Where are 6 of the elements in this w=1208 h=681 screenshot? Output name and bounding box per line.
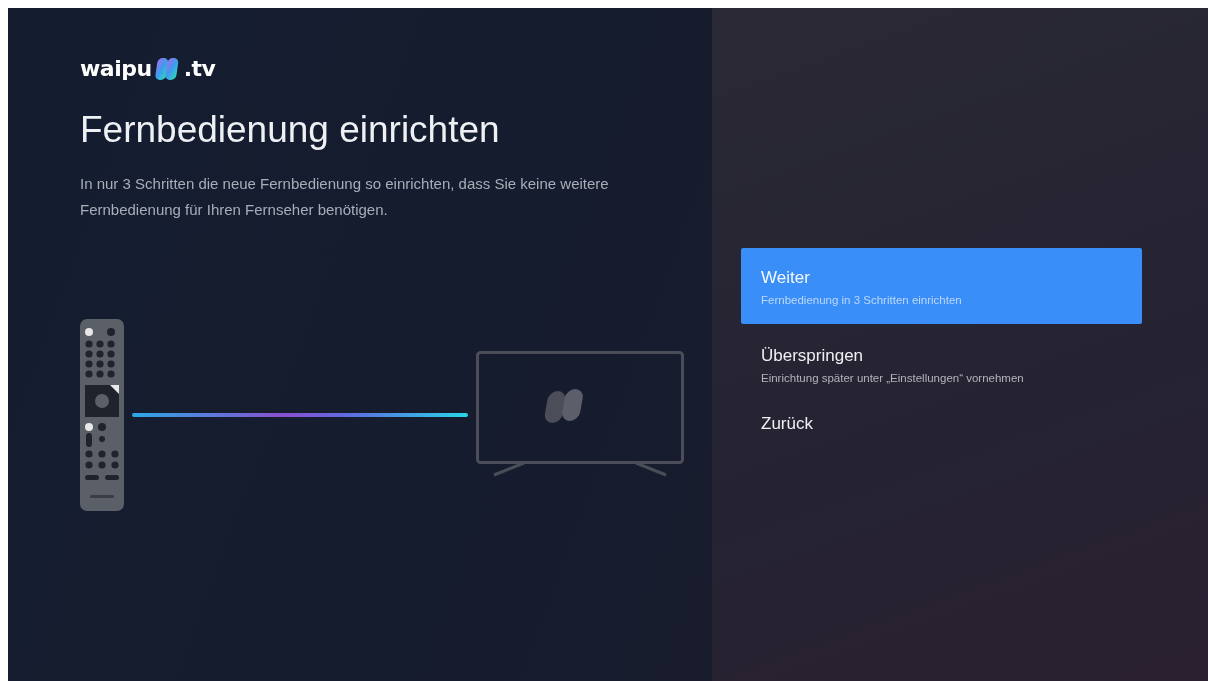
logo-text: waipu xyxy=(80,56,152,81)
description-text: In nur 3 Schritten die neue Fernbedienung so einrichten, dass Sie keine weitere Fernbedienung für Ihren Fernseher benötigen. xyxy=(80,174,610,220)
logo-text: .tv xyxy=(183,56,216,81)
menu-option[interactable]: Zurück xyxy=(741,406,1142,442)
page-title: Fernbedienung einrichten xyxy=(80,109,501,151)
menu-option[interactable]: Überspringen Einrichtung später unter „Einstellungen“ vornehmen xyxy=(741,338,1142,392)
